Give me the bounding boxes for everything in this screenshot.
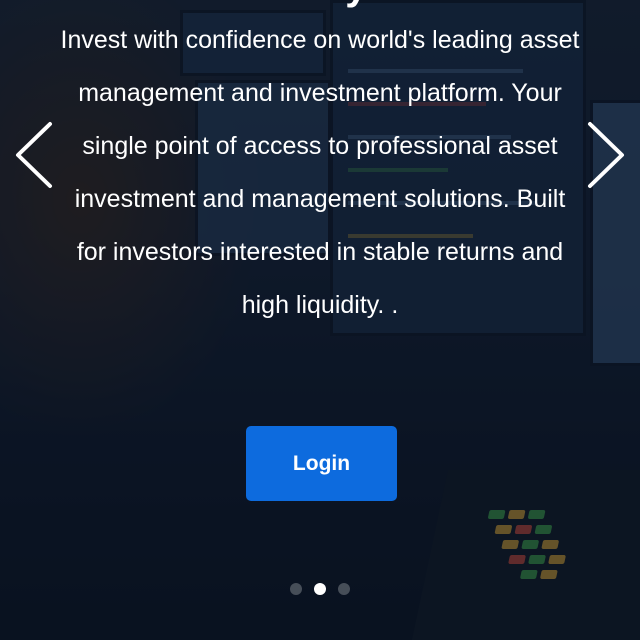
chevron-left-icon [16, 122, 52, 188]
hero-content: Our Vision to your future Invest with co… [60, 0, 580, 332]
login-button[interactable]: Login [246, 426, 397, 501]
hero-carousel: Our Vision to your future Invest with co… [0, 0, 640, 640]
carousel-dot-3[interactable] [338, 583, 350, 595]
carousel-dot-2[interactable] [314, 583, 326, 595]
carousel-dot-1[interactable] [290, 583, 302, 595]
carousel-next-button[interactable] [586, 120, 626, 190]
carousel-indicators [0, 583, 640, 595]
hero-description: Invest with confidence on world's leadin… [60, 26, 580, 319]
chevron-right-icon [588, 122, 624, 188]
hero-title: Our Vision to your future [60, 0, 580, 12]
carousel-prev-button[interactable] [14, 120, 54, 190]
